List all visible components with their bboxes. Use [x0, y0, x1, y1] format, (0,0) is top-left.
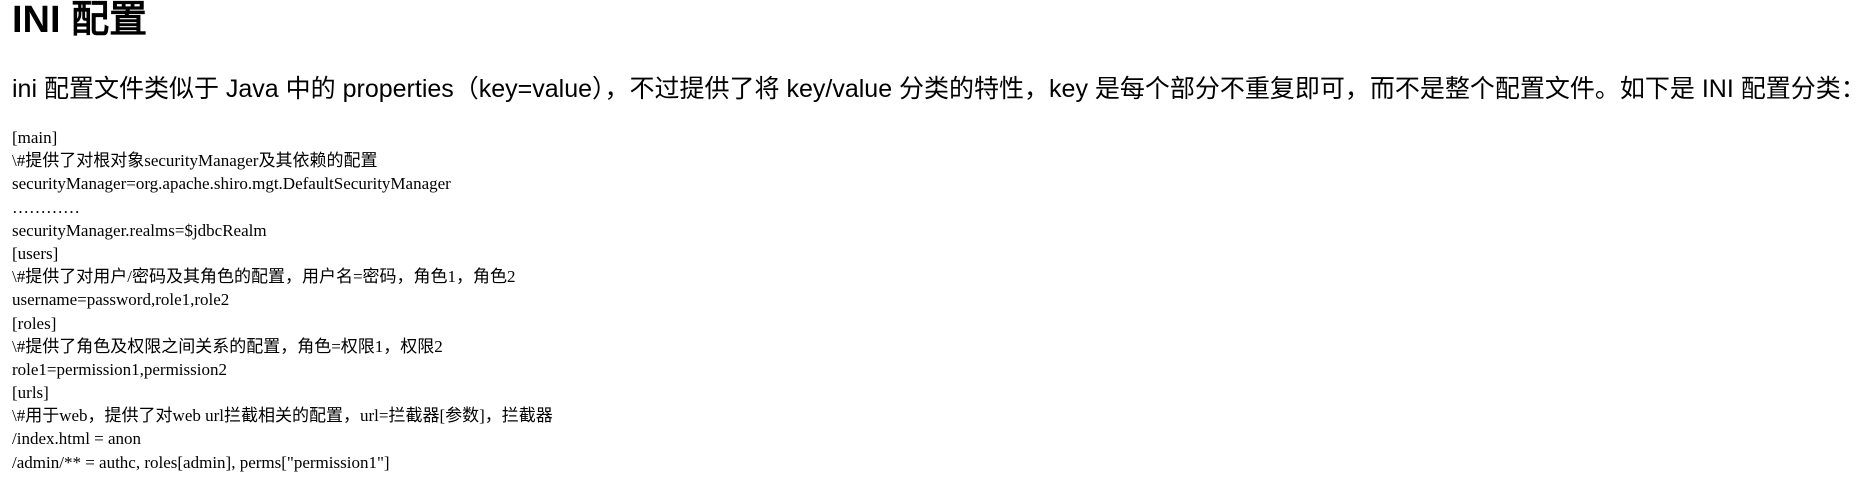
code-line-admin-url: /admin/** = authc, roles[admin], perms["…: [12, 452, 390, 472]
code-line-main-comment: \#提供了对根对象securityManager及其依赖的配置: [12, 151, 378, 171]
code-line-roles-comment: \#提供了角色及权限之间关系的配置，角色=权限1，权限2: [12, 336, 443, 356]
code-line-security-realms: securityManager.realms=$jdbcRealm: [12, 220, 267, 240]
code-line-urls-section: [urls]: [12, 383, 49, 403]
code-line-urls-comment: \#用于web，提供了对web url拦截相关的配置，url=拦截器[参数]，拦…: [12, 406, 553, 426]
intro-paragraph: ini 配置文件类似于 Java 中的 properties（key=value…: [12, 75, 1862, 103]
code-line-main-section: [main]: [12, 128, 58, 147]
code-line-roles-section: [roles]: [12, 313, 57, 333]
page-title: INI 配置: [12, 0, 148, 41]
code-line-ellipsis: …………: [12, 197, 80, 217]
code-line-users-entry: username=password,role1,role2: [12, 290, 230, 310]
document-page: INI 配置 ini 配置文件类似于 Java 中的 properties（ke…: [0, 0, 1862, 483]
code-line-users-comment: \#提供了对用户/密码及其角色的配置，用户名=密码，角色1，角色2: [12, 267, 516, 287]
code-line-roles-entry: role1=permission1,permission2: [12, 359, 227, 379]
code-line-security-manager: securityManager=org.apache.shiro.mgt.Def…: [12, 174, 451, 194]
ini-code-block: [main] \#提供了对根对象securityManager及其依赖的配置 sec…: [12, 126, 553, 474]
code-line-users-section: [users]: [12, 243, 59, 263]
code-line-index-url: /index.html = anon: [12, 429, 142, 449]
